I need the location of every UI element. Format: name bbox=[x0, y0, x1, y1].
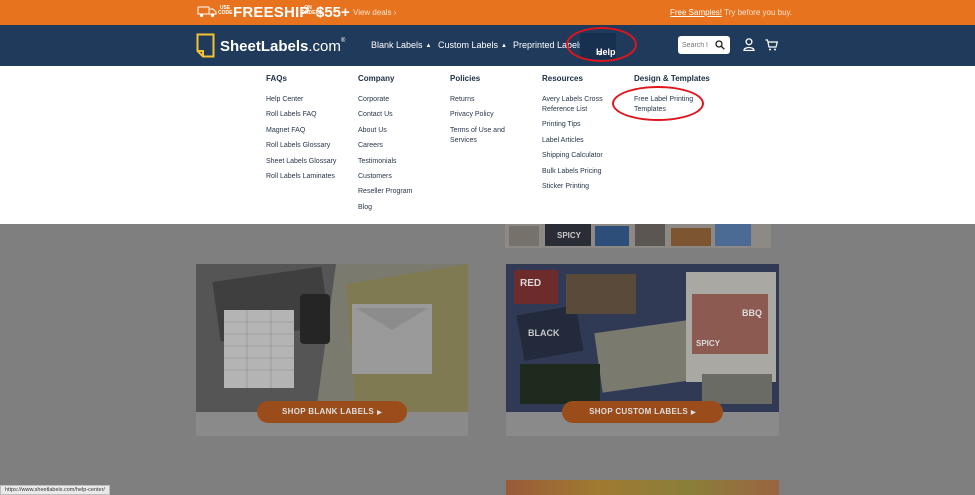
annotation-circle-templates bbox=[612, 86, 704, 121]
menu-link-privacy-policy[interactable]: Privacy Policy bbox=[450, 110, 514, 120]
promo-bar: USE CODE FREESHIP ON ORDERS $55+ View de… bbox=[0, 0, 975, 25]
site-header: SheetLabels.com® Blank Labels ▲ Custom La… bbox=[0, 25, 975, 66]
blank-labels-card: SHOP BLANK LABELS ▶ bbox=[196, 264, 468, 436]
product-image-strip: SPICY bbox=[505, 224, 771, 248]
menu-link-printing-tips[interactable]: Printing Tips bbox=[542, 120, 610, 130]
menu-column-company: Company Corporate Contact Us About Us Ca… bbox=[358, 74, 412, 218]
help-dropdown-menu: FAQs Help Center Roll Labels FAQ Magnet … bbox=[0, 66, 975, 224]
free-samples-promo: Free Samples! Try before you buy. bbox=[670, 8, 792, 17]
menu-heading-company: Company bbox=[358, 74, 395, 83]
nav-blank-labels-label: Blank Labels bbox=[371, 40, 423, 50]
bottom-product-image bbox=[506, 480, 779, 495]
shop-blank-labels-label: SHOP BLANK LABELS bbox=[282, 407, 375, 416]
menu-link-roll-labels-glossary[interactable]: Roll Labels Glossary bbox=[266, 141, 336, 151]
annotation-circle-help bbox=[566, 27, 637, 62]
promo-on-orders-text: ON ORDERS bbox=[301, 5, 323, 16]
user-account-icon[interactable] bbox=[743, 38, 755, 51]
menu-column-faqs: FAQs Help Center Roll Labels FAQ Magnet … bbox=[266, 74, 336, 187]
menu-link-label-articles[interactable]: Label Articles bbox=[542, 136, 610, 146]
menu-link-returns[interactable]: Returns bbox=[450, 95, 514, 105]
caret-up-icon: ▲ bbox=[425, 43, 432, 49]
logo-registered: ® bbox=[340, 38, 346, 44]
menu-heading-faqs: FAQs bbox=[266, 74, 287, 83]
sticker-spicy-top: SPICY bbox=[557, 231, 582, 240]
promo-amount: $55+ bbox=[316, 4, 350, 21]
promo-code: FREESHIP bbox=[233, 4, 310, 21]
menu-link-about-us[interactable]: About Us bbox=[358, 126, 412, 136]
page-content-overlay: SPICY SHOP BLANK LABELS ▶ RED BLACK BBQ … bbox=[0, 224, 975, 495]
sticker-red: RED bbox=[520, 278, 541, 289]
menu-heading-design-templates: Design & Templates bbox=[634, 74, 710, 83]
menu-link-avery-cross-reference[interactable]: Avery Labels Cross Reference List bbox=[542, 95, 610, 115]
try-before-text: Try before you buy. bbox=[724, 8, 793, 17]
menu-link-help-center[interactable]: Help Center bbox=[266, 95, 336, 105]
menu-link-roll-labels-faq[interactable]: Roll Labels FAQ bbox=[266, 110, 336, 120]
menu-link-blog[interactable]: Blog bbox=[358, 203, 412, 213]
menu-link-sheet-labels-glossary[interactable]: Sheet Labels Glossary bbox=[266, 157, 336, 167]
free-samples-link[interactable]: Free Samples! bbox=[670, 8, 722, 17]
sticker-black: BLACK bbox=[528, 328, 560, 338]
menu-link-roll-labels-laminates[interactable]: Roll Labels Laminates bbox=[266, 172, 336, 182]
nav-custom-labels-label: Custom Labels bbox=[438, 40, 499, 50]
logo-domain: .com bbox=[308, 38, 341, 55]
menu-link-reseller-program[interactable]: Reseller Program bbox=[358, 187, 412, 197]
cart-icon[interactable] bbox=[765, 39, 778, 51]
shop-custom-labels-button[interactable]: SHOP CUSTOM LABELS ▶ bbox=[562, 401, 723, 423]
search-box[interactable] bbox=[678, 36, 730, 54]
menu-link-bulk-labels-pricing[interactable]: Bulk Labels Pricing bbox=[542, 167, 610, 177]
custom-labels-card: RED BLACK BBQ SPICY SHOP CUSTOM LABELS ▶ bbox=[506, 264, 779, 436]
menu-link-terms-of-use[interactable]: Terms of Use and Services bbox=[450, 126, 514, 146]
view-deals-link[interactable]: View deals › bbox=[353, 8, 396, 17]
browser-status-url: https://www.sheetlabels.com/help-center/ bbox=[0, 485, 110, 495]
site-logo[interactable]: SheetLabels.com® bbox=[220, 38, 345, 55]
arrow-right-icon: ▶ bbox=[377, 410, 382, 416]
search-icon[interactable] bbox=[715, 40, 725, 50]
caret-up-icon: ▲ bbox=[501, 43, 507, 49]
arrow-right-icon: ▶ bbox=[690, 410, 696, 416]
shop-blank-labels-button[interactable]: SHOP BLANK LABELS ▶ bbox=[257, 401, 407, 423]
search-input[interactable] bbox=[682, 39, 712, 51]
menu-link-careers[interactable]: Careers bbox=[358, 141, 412, 151]
nav-blank-labels[interactable]: Blank Labels ▲ bbox=[371, 40, 432, 50]
menu-link-magnet-faq[interactable]: Magnet FAQ bbox=[266, 126, 336, 136]
menu-column-policies: Policies Returns Privacy Policy Terms of… bbox=[450, 74, 514, 151]
menu-link-sticker-printing[interactable]: Sticker Printing bbox=[542, 182, 610, 192]
menu-link-testimonials[interactable]: Testimonials bbox=[358, 157, 412, 167]
menu-link-shipping-calculator[interactable]: Shipping Calculator bbox=[542, 151, 610, 161]
sticker-spicy: SPICY bbox=[696, 339, 721, 348]
menu-heading-resources: Resources bbox=[542, 74, 583, 83]
menu-link-customers[interactable]: Customers bbox=[358, 172, 412, 182]
logo-mark-icon[interactable] bbox=[196, 33, 215, 58]
menu-column-resources: Resources Avery Labels Cross Reference L… bbox=[542, 74, 610, 197]
sticker-bbq: BBQ bbox=[742, 308, 762, 318]
menu-link-contact-us[interactable]: Contact Us bbox=[358, 110, 412, 120]
shop-custom-labels-label: SHOP CUSTOM LABELS bbox=[589, 407, 688, 416]
nav-custom-labels[interactable]: Custom Labels ▲ bbox=[438, 40, 507, 50]
blank-labels-image bbox=[196, 264, 468, 412]
menu-heading-policies: Policies bbox=[450, 74, 481, 83]
logo-brand: SheetLabels bbox=[220, 38, 309, 55]
truck-icon bbox=[197, 6, 217, 18]
menu-link-corporate[interactable]: Corporate bbox=[358, 95, 412, 105]
custom-labels-image: RED BLACK BBQ SPICY bbox=[506, 264, 779, 412]
promo-use-code-text: USE CODE bbox=[218, 5, 233, 16]
